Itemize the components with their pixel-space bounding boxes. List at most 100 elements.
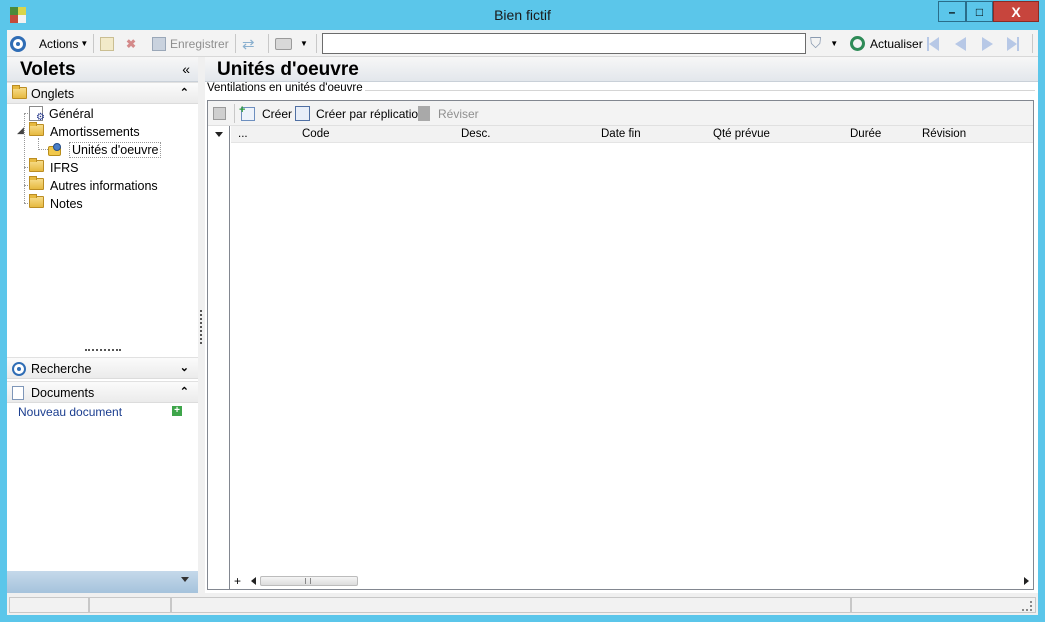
refresh-icon bbox=[850, 36, 865, 51]
revise-label: Réviser bbox=[438, 106, 479, 121]
column-header-qte-prevue[interactable]: Qté prévue bbox=[713, 128, 770, 140]
scrollbar-thumb[interactable] bbox=[260, 576, 358, 586]
first-record-button[interactable] bbox=[927, 34, 939, 53]
close-button[interactable]: X bbox=[993, 1, 1039, 22]
folder-icon bbox=[29, 194, 44, 211]
minimize-icon: – bbox=[948, 4, 956, 19]
grid-image-button[interactable] bbox=[213, 104, 226, 123]
main-toolbar: Actions ▼ ✖ Enregistrer ⇄ ▼ ⛉ ▼ Actualis… bbox=[7, 30, 1038, 57]
maximize-icon: □ bbox=[975, 4, 984, 19]
sync-button[interactable]: ⇄ bbox=[242, 34, 255, 53]
onglets-section-header[interactable]: Onglets ⌃ bbox=[7, 82, 198, 104]
recherche-section-header[interactable]: Recherche ⌄ bbox=[7, 357, 198, 379]
main-header: Unités d'oeuvre bbox=[205, 57, 1038, 82]
toolbar-separator bbox=[93, 34, 94, 53]
chevron-up-icon: ⌃ bbox=[179, 386, 189, 398]
printer-icon bbox=[275, 37, 292, 50]
create-replication-button[interactable]: Créer par réplication bbox=[295, 104, 425, 123]
refresh-button[interactable]: Actualiser bbox=[850, 34, 923, 53]
tree-item-label: Notes bbox=[50, 196, 83, 211]
toolbar-separator bbox=[1032, 34, 1033, 53]
image-icon bbox=[213, 107, 226, 120]
scroll-left-icon[interactable] bbox=[251, 577, 256, 585]
onglets-label: Onglets bbox=[31, 87, 75, 101]
actions-menu[interactable]: Actions ▼ bbox=[39, 34, 88, 53]
create-label: Créer bbox=[262, 106, 293, 121]
horizontal-scrollbar[interactable]: + bbox=[231, 573, 1033, 589]
create-replication-label: Créer par réplication bbox=[316, 106, 425, 121]
chevron-up-icon: ⌃ bbox=[179, 87, 189, 99]
next-icon bbox=[982, 36, 993, 51]
row-selector-column bbox=[208, 126, 230, 589]
funnel-icon: ⛉ bbox=[810, 35, 822, 52]
tree-item-notes[interactable]: Notes bbox=[29, 194, 83, 212]
toolbar-separator bbox=[268, 34, 269, 53]
delete-button[interactable]: ✖ bbox=[126, 34, 136, 53]
new-doc-icon bbox=[100, 36, 114, 51]
previous-icon bbox=[955, 36, 966, 51]
minimize-button[interactable]: – bbox=[938, 1, 966, 22]
volets-title: Volets bbox=[20, 59, 76, 80]
grid-toolbar: + Créer Créer par réplication Réviser bbox=[208, 101, 1033, 126]
dropdown-arrow-icon: ▼ bbox=[300, 39, 308, 48]
resize-grip-icon[interactable] bbox=[1022, 601, 1032, 611]
revise-button[interactable]: Réviser bbox=[418, 104, 479, 123]
column-header-desc[interactable]: Desc. bbox=[461, 128, 490, 140]
toolbar-separator bbox=[316, 34, 317, 53]
new-button[interactable] bbox=[100, 34, 114, 53]
add-row-button[interactable]: + bbox=[234, 574, 241, 588]
last-record-button[interactable] bbox=[1007, 34, 1019, 53]
left-pane: Volets « Onglets ⌃ ⚙ Général ◢ Amortisse… bbox=[7, 57, 198, 593]
maximize-button[interactable]: □ bbox=[966, 1, 993, 22]
column-header-duree[interactable]: Durée bbox=[850, 128, 881, 140]
previous-record-button[interactable] bbox=[955, 34, 966, 53]
toolbar-separator bbox=[234, 104, 235, 123]
column-header-date-fin[interactable]: Date fin bbox=[601, 128, 641, 140]
next-record-button[interactable] bbox=[982, 34, 993, 53]
save-button[interactable]: Enregistrer bbox=[152, 34, 229, 53]
tree-item-label: Général bbox=[49, 106, 94, 121]
page-title: Unités d'oeuvre bbox=[217, 59, 359, 80]
scroll-right-icon[interactable] bbox=[1024, 577, 1029, 585]
tree-item-amortissements[interactable]: Amortissements bbox=[29, 122, 140, 140]
add-icon[interactable]: + bbox=[172, 406, 182, 416]
target-icon bbox=[12, 362, 26, 376]
folder-icon bbox=[29, 176, 44, 193]
print-button[interactable]: ▼ bbox=[275, 34, 308, 53]
title-bar: Bien fictif – □ X bbox=[0, 0, 1045, 30]
new-document-link[interactable]: Nouveau document bbox=[18, 405, 122, 419]
collapse-arrow-icon[interactable]: ◢ bbox=[17, 125, 24, 136]
chevron-down-icon: ⌄ bbox=[179, 362, 189, 374]
tree-item-ifrs[interactable]: IFRS bbox=[29, 158, 78, 176]
group-label: Ventilations en unités d'oeuvre bbox=[207, 82, 365, 94]
dropdown-arrow-icon: ▼ bbox=[830, 39, 839, 48]
app-window: Bien fictif – □ X Actions ▼ ✖ Enregistre… bbox=[0, 0, 1045, 622]
units-icon bbox=[48, 142, 63, 157]
filter-button[interactable]: ⛉ ▼ bbox=[810, 34, 838, 53]
documents-section-header[interactable]: Documents ⌃ bbox=[7, 381, 198, 403]
pane-overflow-bar[interactable] bbox=[7, 571, 198, 593]
delete-icon: ✖ bbox=[126, 36, 137, 51]
save-icon bbox=[152, 36, 166, 51]
tree-item-unites-oeuvre[interactable]: Unités d'oeuvre bbox=[48, 141, 162, 158]
tree-item-general[interactable]: ⚙ Général bbox=[29, 105, 94, 123]
column-header-more[interactable]: ... bbox=[238, 128, 248, 140]
folder-icon bbox=[12, 85, 27, 99]
target-icon bbox=[10, 35, 26, 52]
recherche-label: Recherche bbox=[31, 362, 92, 376]
column-header-revision[interactable]: Révision bbox=[922, 128, 966, 140]
column-chooser-icon[interactable] bbox=[215, 132, 223, 137]
create-button[interactable]: + Créer bbox=[239, 104, 293, 123]
horizontal-splitter-handle[interactable] bbox=[85, 349, 121, 353]
grid-header: ... Code Desc. Date fin Qté prévue Durée… bbox=[231, 126, 1033, 143]
collapse-pane-button[interactable]: « bbox=[182, 61, 190, 77]
window-title: Bien fictif bbox=[494, 7, 551, 23]
search-input[interactable] bbox=[322, 33, 806, 54]
document-icon bbox=[12, 386, 24, 400]
tree-item-label: Unités d'oeuvre bbox=[69, 141, 162, 158]
tree-item-autres-informations[interactable]: Autres informations bbox=[29, 176, 158, 194]
vertical-splitter-handle[interactable] bbox=[200, 310, 202, 344]
actions-label: Actions bbox=[39, 36, 79, 51]
home-button[interactable] bbox=[10, 34, 26, 53]
column-header-code[interactable]: Code bbox=[302, 128, 330, 140]
